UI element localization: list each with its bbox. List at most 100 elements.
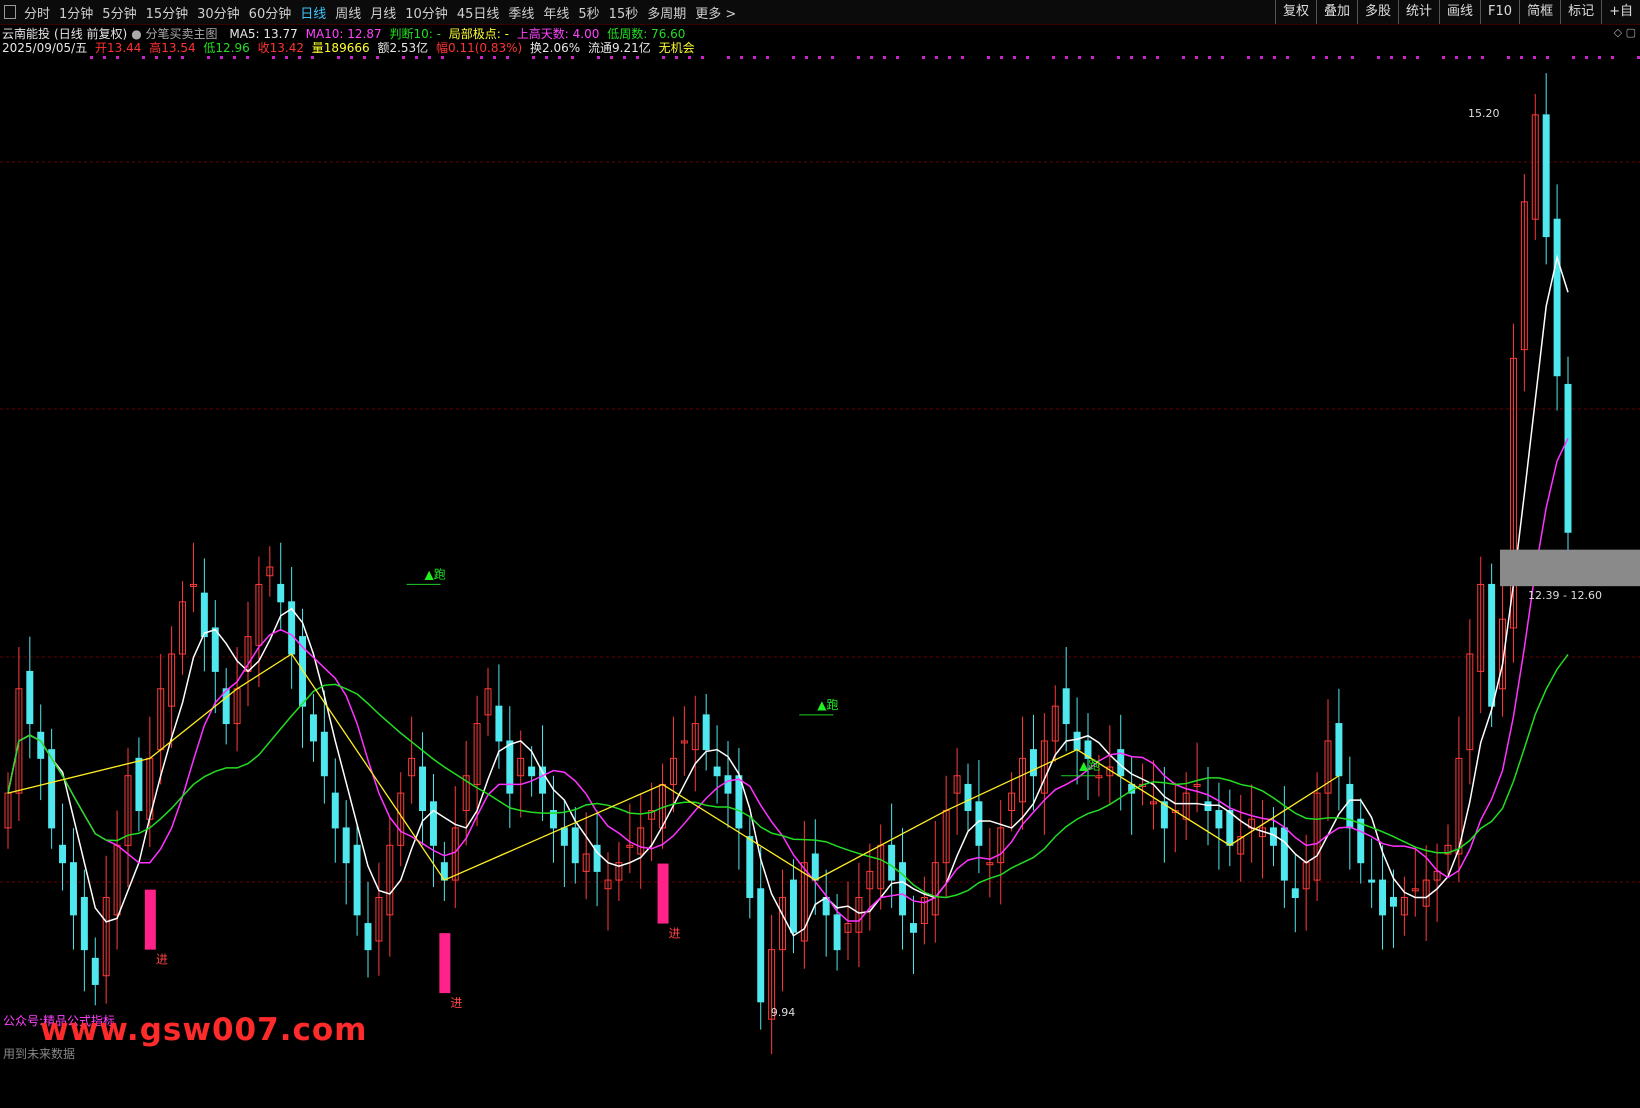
candle-body [746,836,754,898]
signal-dot [415,56,418,59]
future-data-note: 用到未来数据 [3,1047,76,1061]
signal-dot [1403,56,1406,59]
period-tab[interactable]: 30分钟 [197,3,240,22]
signal-dot [1572,56,1575,59]
buy-volume-bar [657,863,669,924]
candle-body [1389,896,1397,907]
signal-dot [1312,56,1315,59]
signal-dot [376,56,379,59]
period-tab[interactable]: 年线 [543,3,569,22]
period-tab[interactable]: 45日线 [457,3,500,22]
open-value: 开13.44 [95,41,142,55]
signal-dot [1585,56,1588,59]
signal-dot [1546,56,1549,59]
signal-dot [1195,56,1198,59]
signal-dot [90,56,93,59]
signal-dot [831,56,834,59]
signal-dot [610,56,613,59]
signal-dot [896,56,899,59]
low-value: 低12.96 [203,41,250,55]
candle-body [200,592,208,638]
candle-body [364,923,372,951]
signal-dot [1091,56,1094,59]
toolbar-button[interactable]: 统计 [1398,0,1439,24]
period-tab[interactable]: 5秒 [578,3,599,22]
candle-body [899,862,907,916]
period-tab[interactable]: 1分钟 [59,3,93,22]
buy-signal: 进 [156,953,168,967]
period-tab[interactable]: 更多 > [695,3,736,22]
candle-body [1335,723,1343,777]
toolbar-button[interactable]: F10 [1480,0,1519,24]
period-tab[interactable]: 日线 [300,3,326,22]
signal-dot [441,56,444,59]
toolbar-button[interactable]: 简框 [1519,0,1560,24]
candle-body [713,766,721,777]
candle-body [1215,810,1223,829]
signal-dot [1208,56,1211,59]
ma-line-ma10 [7,438,1569,922]
signal-dot [1416,56,1419,59]
candle-body [429,801,437,846]
candle-body [789,879,797,933]
candle-body [342,827,350,864]
toolbar-button[interactable]: +自 [1601,0,1640,24]
toolbar-button[interactable]: 标记 [1560,0,1601,24]
period-tab[interactable]: 15分钟 [146,3,189,22]
signal-dot [1117,56,1120,59]
signal-dot [727,56,730,59]
period-tab[interactable]: 60分钟 [249,3,292,22]
toolbar-button[interactable]: 多股 [1356,0,1398,24]
candle-body [320,731,328,777]
signal-dot [1013,56,1016,59]
period-tab[interactable]: 多周期 [647,3,686,22]
run-signal: ▲跑 [817,698,838,712]
signal-dot [103,56,106,59]
signal-dot [1286,56,1289,59]
toolbar-button[interactable]: 叠加 [1315,0,1357,24]
signal-dot [1598,56,1601,59]
candle-body [571,827,579,864]
candle-body [1204,801,1212,812]
signal-dot [701,56,704,59]
period-tab[interactable]: 月线 [370,3,396,22]
signal-dot [597,56,600,59]
signal-dot [1247,56,1250,59]
period-tab[interactable]: 分时 [24,3,50,22]
candle-body [80,896,88,951]
high-value: 高13.54 [149,41,196,55]
toolbar-button[interactable]: 画线 [1439,0,1480,24]
candle-body [331,792,339,829]
signal-dot [935,56,938,59]
period-tabs: 分时 1分钟 5分钟 15分钟 30分钟 60分钟 日线 周线 月线 10分钟 45日线 季线 年线 5秒… [24,0,745,24]
signal-dot [1078,56,1081,59]
chance-value: 无机会 [658,41,695,55]
candle-body [1379,879,1387,916]
candle-body [419,766,427,812]
candle-body [59,844,67,864]
buy-volume-bar [439,933,451,994]
signal-dot [766,56,769,59]
toolbar-button[interactable]: 复权 [1274,0,1316,24]
signal-dot [1507,56,1510,59]
signal-dot [207,56,210,59]
candle-body [833,914,841,951]
signal-dot [1000,56,1003,59]
signal-dot [1338,56,1341,59]
candle-body [353,844,361,916]
panel-toggle-icon[interactable] [4,5,16,19]
period-tab[interactable]: 15秒 [609,3,639,22]
chart-options-icon[interactable]: ◇ ▢ [1614,26,1636,39]
signal-dot [233,56,236,59]
signal-dot [857,56,860,59]
amount-value: 额2.53亿 [377,41,429,55]
period-tab[interactable]: 周线 [335,3,361,22]
period-tab[interactable]: 5分钟 [102,3,136,22]
signal-dot [740,56,743,59]
signal-dot [1156,56,1159,59]
signal-dot [571,56,574,59]
signal-dot [493,56,496,59]
period-tab[interactable]: 10分钟 [405,3,448,22]
candlestick-chart[interactable]: 12.39 - 12.6015.209.94进进进▲跑▲跑▲跑 [0,54,1640,1108]
period-tab[interactable]: 季线 [508,3,534,22]
